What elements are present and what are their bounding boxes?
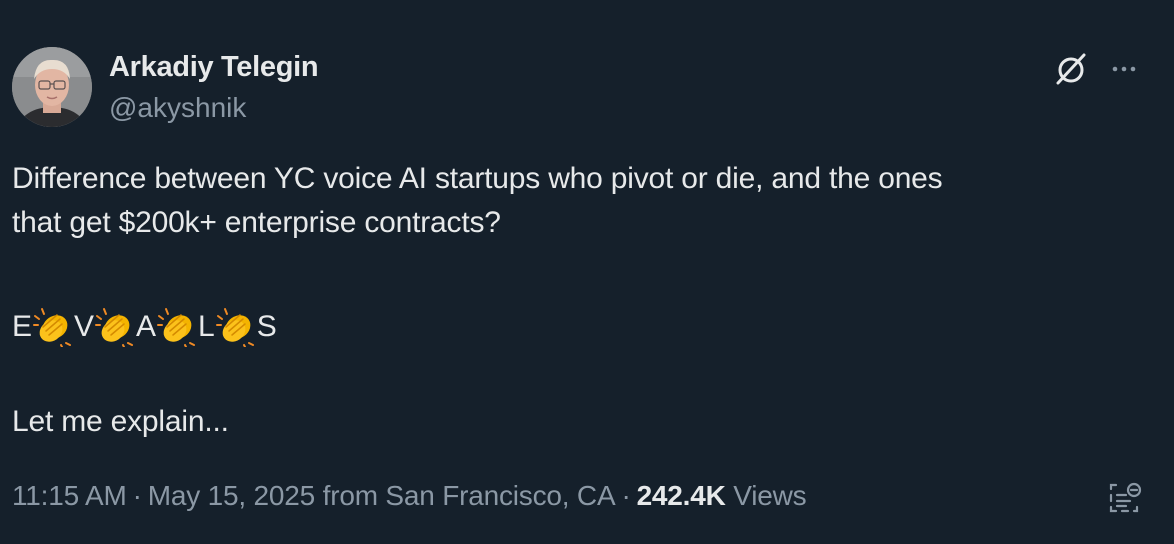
evals-line: E V A L S bbox=[12, 305, 277, 349]
clapping-hands-icon bbox=[157, 307, 197, 347]
meta-separator: · bbox=[132, 480, 142, 511]
views-label: Views bbox=[733, 480, 807, 511]
avatar[interactable] bbox=[12, 47, 92, 127]
tweet-text-line-1: Difference between YC voice AI startups … bbox=[12, 162, 943, 195]
analytics-icon[interactable] bbox=[1106, 477, 1146, 517]
grok-icon[interactable] bbox=[1052, 50, 1090, 88]
evals-letter-e: E bbox=[12, 310, 33, 343]
tweet-time[interactable]: 11:15 AM bbox=[12, 480, 127, 511]
more-icon[interactable] bbox=[1107, 52, 1141, 86]
meta-separator: · bbox=[621, 480, 631, 511]
tweet-location: from San Francisco, CA bbox=[322, 480, 616, 511]
tweet-meta: 11:15 AM · May 15, 2025 from San Francisco… bbox=[12, 480, 807, 512]
author-name[interactable]: Arkadiy Telegin bbox=[109, 51, 319, 84]
clapping-hands-icon bbox=[33, 307, 73, 347]
evals-letter-a: A bbox=[136, 310, 157, 343]
author-handle[interactable]: @akyshnik bbox=[109, 92, 246, 124]
evals-letter-v: V bbox=[74, 310, 95, 343]
tweet-text-line-4: Let me explain... bbox=[12, 405, 229, 438]
evals-letter-s: S bbox=[256, 310, 277, 343]
tweet-text-line-2: that get $200k+ enterprise contracts? bbox=[12, 206, 501, 239]
tweet-date[interactable]: May 15, 2025 bbox=[148, 480, 315, 511]
clapping-hands-icon bbox=[95, 307, 135, 347]
clapping-hands-icon bbox=[215, 307, 256, 347]
tweet: Arkadiy Telegin @akyshnik Difference bet… bbox=[0, 0, 1174, 544]
evals-letter-l: L bbox=[198, 310, 215, 343]
views-count: 242.4K bbox=[636, 480, 726, 511]
